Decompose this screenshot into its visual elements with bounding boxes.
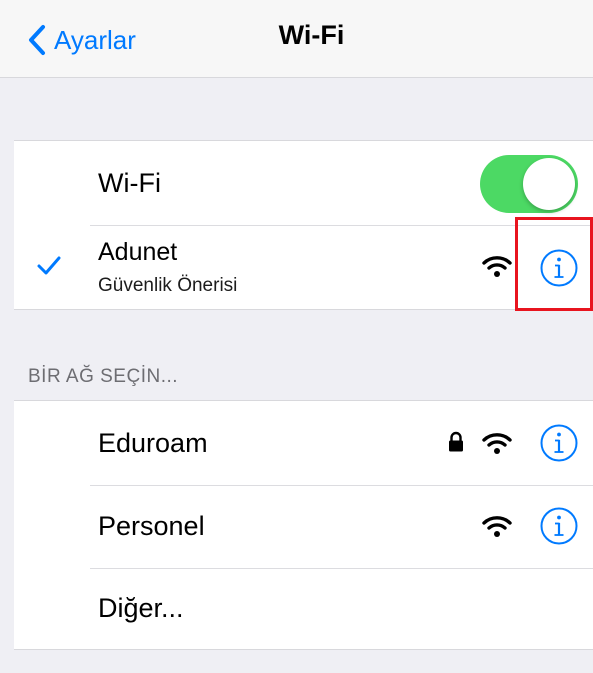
personel-info-button[interactable] (539, 506, 579, 546)
info-icon (540, 507, 578, 545)
network-name: Eduroam (98, 428, 208, 458)
toggle-knob (523, 158, 575, 210)
wifi-group: Wi-Fi Adunet Güvenlik Önerisi (14, 140, 593, 310)
wifi-toggle-label: Wi-Fi (98, 168, 161, 198)
available-networks-group: Eduroam Personel Diğer... (14, 400, 593, 650)
wifi-signal-icon (482, 514, 512, 543)
connected-network-row[interactable]: Adunet Güvenlik Önerisi (14, 226, 593, 310)
info-button-highlight (515, 217, 593, 311)
connected-network-subtitle: Güvenlik Önerisi (98, 275, 238, 296)
eduroam-info-button[interactable] (539, 423, 579, 463)
choose-network-header: BİR AĞ SEÇİN... (28, 366, 179, 387)
wifi-signal-icon (482, 431, 512, 460)
network-row-eduroam[interactable]: Eduroam (14, 401, 593, 485)
other-network-label: Diğer... (98, 593, 184, 623)
wifi-settings-screen: Ayarlar Wi-Fi Wi-Fi Adunet Güvenlik Öner… (0, 0, 593, 673)
lock-icon (448, 431, 464, 458)
network-row-other[interactable]: Diğer... (14, 569, 593, 649)
wifi-signal-icon (482, 254, 512, 283)
connected-network-name: Adunet (98, 238, 178, 266)
network-name: Personel (98, 511, 205, 541)
wifi-toggle-switch[interactable] (480, 155, 578, 213)
checkmark-icon (36, 254, 62, 281)
wifi-toggle-row: Wi-Fi (14, 141, 593, 225)
info-icon (540, 424, 578, 462)
network-row-personel[interactable]: Personel (14, 486, 593, 568)
page-title: Wi-Fi (278, 20, 345, 50)
navigation-bar: Ayarlar Wi-Fi (0, 0, 593, 78)
